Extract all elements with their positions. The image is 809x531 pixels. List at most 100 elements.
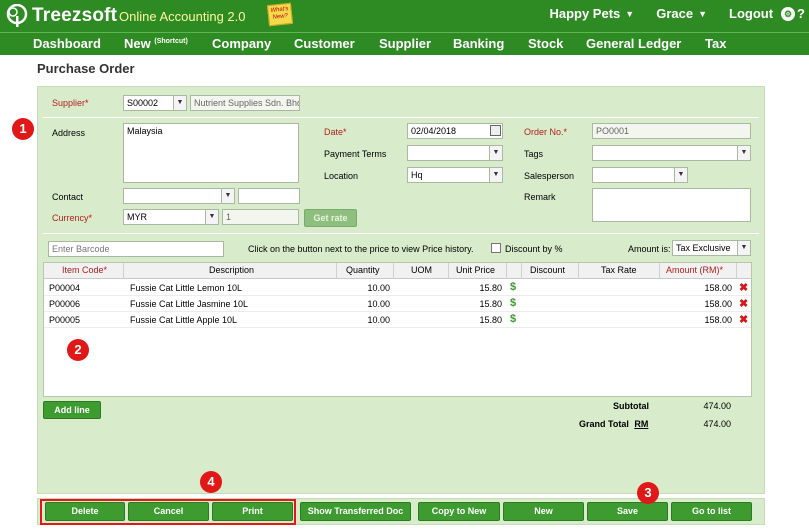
go-to-list-button[interactable]: Go to list — [671, 502, 752, 521]
salesperson-select[interactable]: ▼ — [592, 167, 688, 183]
cell-unit-price[interactable]: 15.80 — [454, 283, 502, 293]
menu-customer[interactable]: Customer — [294, 36, 355, 51]
whats-new-badge[interactable]: What's New? — [266, 2, 294, 27]
subtotal-label: Subtotal — [613, 401, 649, 411]
salesperson-label: Salesperson — [524, 171, 575, 181]
menu-banking[interactable]: Banking — [453, 36, 504, 51]
cell-item-code[interactable]: P00005 — [49, 315, 80, 325]
price-history-icon[interactable]: $ — [510, 281, 516, 293]
menu-stock[interactable]: Stock — [528, 36, 563, 51]
col-uom: UOM — [411, 265, 432, 275]
cell-item-code[interactable]: P00004 — [49, 283, 80, 293]
user-menu[interactable]: Grace ▼ — [656, 6, 707, 21]
grand-total-label: Grand Total RM — [579, 419, 649, 429]
cell-description[interactable]: Fussie Cat Little Jasmine 10L — [130, 299, 248, 309]
price-history-icon[interactable]: $ — [510, 297, 516, 309]
add-line-button[interactable]: Add line — [43, 401, 101, 419]
save-button[interactable]: Save — [587, 502, 668, 521]
cell-unit-price[interactable]: 15.80 — [454, 315, 502, 325]
discount-by-percent-checkbox[interactable] — [491, 243, 501, 253]
menu-supplier[interactable]: Supplier — [379, 36, 431, 51]
address-label: Address — [52, 128, 86, 138]
new-button[interactable]: New — [503, 502, 584, 521]
help-icon[interactable]: ? — [797, 6, 805, 21]
line-items-table: Item Code* Description Quantity UOM Unit… — [43, 262, 752, 397]
subtotal-value: 474.00 — [703, 401, 731, 411]
contact-select[interactable]: ▼ — [123, 188, 235, 204]
annotation-marker-4: 4 — [200, 471, 222, 493]
col-discount: Discount — [530, 265, 566, 275]
payment-terms-select[interactable]: ▼ — [407, 145, 503, 161]
barcode-input[interactable]: Enter Barcode — [48, 241, 224, 257]
menu-new-label: New — [124, 36, 151, 51]
logo-text: Treezsoft — [32, 5, 118, 26]
remark-label: Remark — [524, 192, 556, 202]
menu-dashboard[interactable]: Dashboard — [33, 36, 101, 51]
cell-description[interactable]: Fussie Cat Little Lemon 10L — [130, 283, 242, 293]
contact-phone-field[interactable] — [238, 188, 300, 204]
order-no-field[interactable]: PO0001 — [592, 123, 751, 139]
tree-logo-icon — [6, 4, 28, 27]
table-row[interactable]: P00005 Fussie Cat Little Apple 10L 10.00… — [44, 312, 751, 328]
divider — [43, 117, 759, 118]
logout-link[interactable]: Logout — [729, 6, 773, 21]
price-history-hint: Click on the button next to the price to… — [248, 244, 474, 254]
delete-row-icon[interactable]: ✖ — [739, 281, 748, 294]
col-tax-rate: Tax Rate — [601, 265, 637, 275]
col-unit-price: Unit Price — [456, 265, 496, 275]
cell-amount[interactable]: 158.00 — [664, 315, 732, 325]
cell-quantity[interactable]: 10.00 — [344, 283, 390, 293]
annotation-marker-1: 1 — [12, 118, 34, 140]
menu-company[interactable]: Company — [212, 36, 271, 51]
top-bar: Treezsoft Online Accounting 2.0 What's N… — [0, 0, 809, 32]
date-field[interactable]: 02/04/2018 — [407, 123, 503, 139]
calendar-icon[interactable] — [490, 125, 501, 136]
cell-quantity[interactable]: 10.00 — [344, 315, 390, 325]
logo[interactable]: Treezsoft — [4, 4, 117, 28]
col-description: Description — [209, 265, 255, 275]
delete-row-icon[interactable]: ✖ — [739, 313, 748, 326]
chevron-down-icon: ▼ — [205, 210, 218, 224]
order-no-label: Order No.* — [524, 127, 568, 137]
grand-total-currency: RM — [634, 419, 649, 429]
cell-unit-price[interactable]: 15.80 — [454, 299, 502, 309]
price-history-icon[interactable]: $ — [510, 313, 516, 325]
date-label: Date* — [324, 127, 347, 137]
tags-select[interactable]: ▼ — [592, 145, 751, 161]
menu-new[interactable]: New (Shortcut) — [124, 36, 188, 51]
exchange-rate-field[interactable]: 1 — [222, 209, 299, 225]
chevron-down-icon: ▼ — [221, 189, 234, 203]
cell-amount[interactable]: 158.00 — [664, 283, 732, 293]
discount-by-percent-label: Discount by % — [505, 244, 563, 254]
remark-textarea[interactable] — [592, 188, 751, 222]
amount-is-select[interactable]: Tax Exclusive ▼ — [672, 240, 751, 256]
address-textarea[interactable]: Malaysia — [123, 123, 299, 183]
menu-general-ledger[interactable]: General Ledger — [586, 36, 681, 51]
table-row[interactable]: P00006 Fussie Cat Little Jasmine 10L 10.… — [44, 296, 751, 312]
get-rate-button[interactable]: Get rate — [304, 209, 357, 227]
table-row[interactable]: P00004 Fussie Cat Little Lemon 10L 10.00… — [44, 280, 751, 296]
user-name: Grace — [656, 6, 694, 21]
contact-label: Contact — [52, 192, 84, 202]
cell-amount[interactable]: 158.00 — [664, 299, 732, 309]
col-item-code: Item Code* — [62, 265, 108, 275]
app-name: Online Accounting 2.0 — [119, 9, 246, 24]
chevron-down-icon: ▼ — [674, 168, 687, 182]
main-menu: Dashboard New (Shortcut) Company Custome… — [0, 32, 809, 55]
menu-tax[interactable]: Tax — [705, 36, 726, 51]
cell-description[interactable]: Fussie Cat Little Apple 10L — [130, 315, 237, 325]
supplier-label: Supplier* — [52, 98, 89, 108]
delete-row-icon[interactable]: ✖ — [739, 297, 748, 310]
currency-select[interactable]: MYR ▼ — [123, 209, 219, 225]
chevron-down-icon: ▼ — [698, 8, 707, 19]
show-transferred-doc-button[interactable]: Show Transferred Doc — [300, 502, 411, 521]
user-settings-icon[interactable]: ⚙ — [781, 6, 796, 21]
copy-to-new-button[interactable]: Copy to New — [418, 502, 500, 521]
cell-quantity[interactable]: 10.00 — [344, 299, 390, 309]
supplier-code-select[interactable]: S00002 ▼ — [123, 95, 187, 111]
tags-label: Tags — [524, 149, 544, 159]
location-select[interactable]: Hq ▼ — [407, 167, 503, 183]
company-switcher[interactable]: Happy Pets ▼ — [549, 6, 634, 21]
cell-item-code[interactable]: P00006 — [49, 299, 80, 309]
amount-is-label: Amount is: — [628, 244, 671, 254]
